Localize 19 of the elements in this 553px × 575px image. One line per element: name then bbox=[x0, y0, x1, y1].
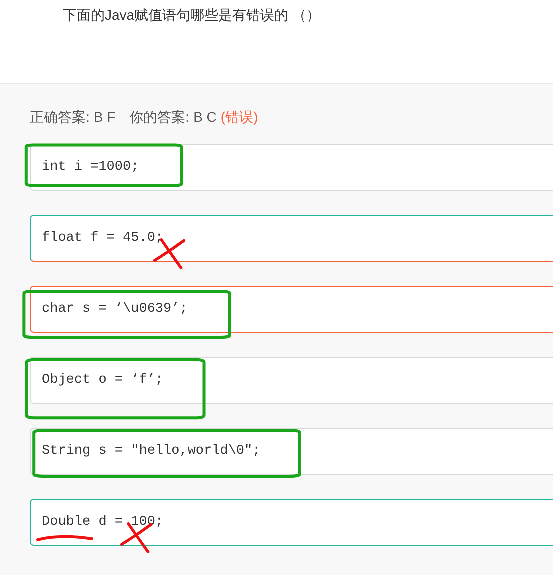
code-text: String s = "hello,world\0"; bbox=[42, 444, 261, 459]
verdict-text: (错误) bbox=[220, 109, 258, 127]
answer-option[interactable]: Double d = 100; bbox=[30, 499, 553, 546]
answer-option[interactable]: String s = "hello,world\0"; bbox=[30, 428, 553, 475]
code-text: Double d = 100; bbox=[42, 515, 164, 530]
code-text: char s = ‘\u0639’; bbox=[42, 302, 188, 317]
answer-option[interactable]: char s = ‘\u0639’; bbox=[30, 286, 553, 333]
code-text: float f = 45.0; bbox=[42, 231, 164, 246]
answer-option[interactable]: int i =1000; bbox=[30, 144, 553, 191]
underline-drawing bbox=[36, 534, 94, 542]
your-answer: B C bbox=[194, 109, 217, 127]
correct-answer: B F bbox=[94, 109, 116, 127]
question-text: 下面的Java赋值语句哪些是有错误的 （） bbox=[63, 7, 322, 25]
code-text: int i =1000; bbox=[42, 160, 140, 175]
correct-answer-label: 正确答案: bbox=[30, 109, 90, 127]
answer-option[interactable]: float f = 45.0; bbox=[30, 215, 553, 262]
answer-option[interactable]: Object o = ‘f’; bbox=[30, 357, 553, 404]
code-text: Object o = ‘f’; bbox=[42, 373, 164, 388]
your-answer-label: 你的答案: bbox=[130, 109, 190, 127]
